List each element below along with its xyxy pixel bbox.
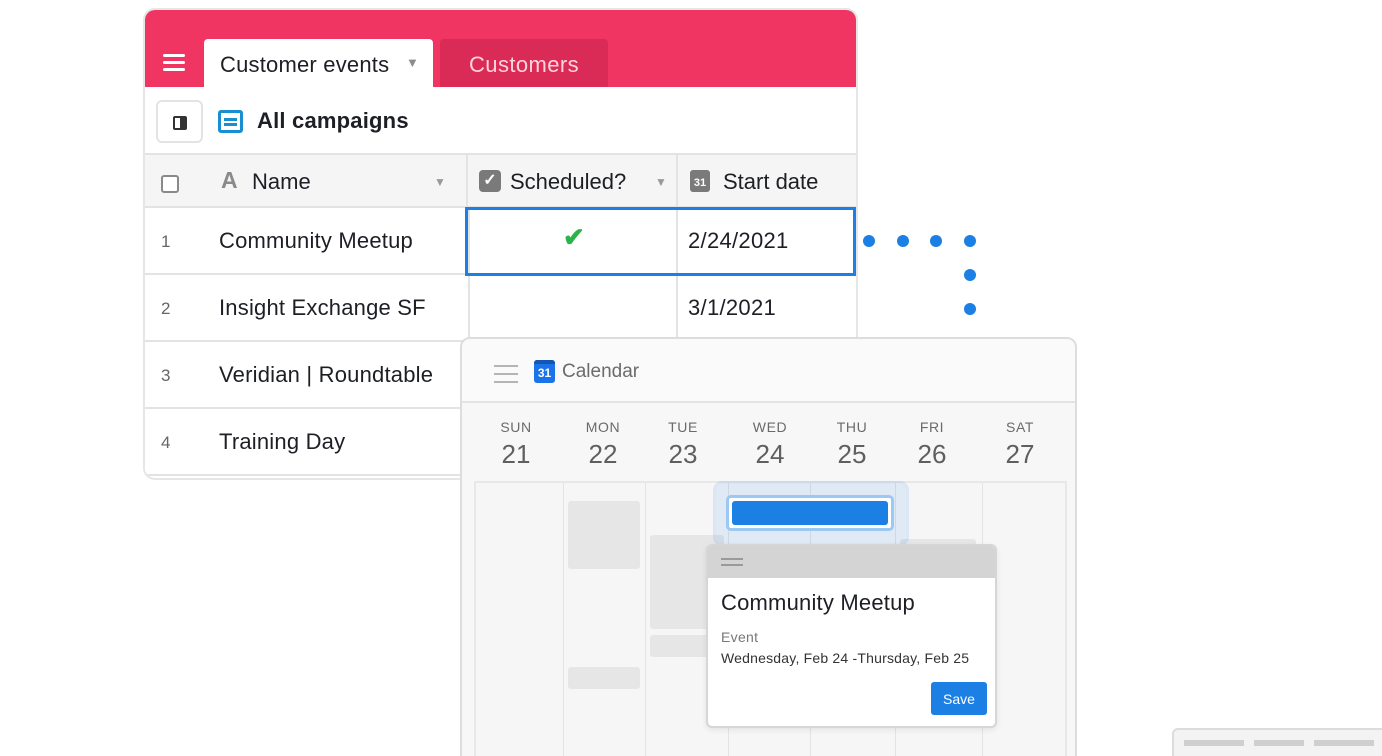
column-header-name[interactable]: A Name ▼ [145, 155, 468, 208]
day-column-sat: SAT 27 [985, 419, 1055, 470]
checkmark-icon: ✔ [563, 222, 585, 252]
calendar-header: 31 Calendar [462, 339, 1075, 403]
cell-name[interactable]: Community Meetup [219, 228, 413, 254]
row-number: 2 [161, 299, 171, 318]
day-number: 25 [837, 439, 867, 469]
column-label: Scheduled? [510, 169, 627, 194]
table-row[interactable]: 1 Community Meetup ✔ 2/24/2021 [145, 208, 856, 275]
sidebar-toggle-button[interactable] [156, 100, 203, 143]
thumbnail-bar [1314, 740, 1374, 746]
column-label: Name [252, 169, 311, 194]
calendar-title: Calendar [562, 361, 640, 382]
date-field-icon: 31 [690, 170, 710, 192]
day-name: SUN [500, 419, 532, 435]
checkbox-field-icon: ✓ [479, 170, 501, 192]
day-number: 24 [755, 439, 785, 469]
google-calendar-icon: 31 [534, 360, 555, 383]
day-column-mon: MON 22 [568, 419, 638, 470]
day-column-wed: WED 24 [735, 419, 805, 470]
row-number: 3 [161, 366, 171, 385]
view-bar: All campaigns [145, 87, 856, 155]
tab-customers[interactable]: Customers [440, 39, 608, 87]
tab-label: Customer events [220, 52, 390, 77]
cell-start-date[interactable]: 3/1/2021 [688, 295, 776, 321]
table-row[interactable]: 2 Insight Exchange SF 3/1/2021 [145, 275, 856, 342]
text-field-icon: A [221, 167, 238, 193]
connector-dot [964, 235, 976, 247]
placeholder-event [568, 667, 640, 689]
column-header-scheduled[interactable]: ✓ Scheduled? ▼ [468, 155, 678, 208]
select-all-checkbox[interactable] [161, 175, 179, 193]
day-name: FRI [919, 419, 945, 435]
day-column-tue: TUE 23 [648, 419, 718, 470]
day-number: 21 [501, 439, 531, 469]
day-number: 22 [588, 439, 618, 469]
browser-window-thumbnail [1172, 728, 1382, 756]
tab-customer-events[interactable]: Customer events ▼ [204, 39, 433, 87]
chevron-down-icon[interactable]: ▼ [406, 55, 419, 70]
placeholder-event [568, 501, 640, 569]
column-header-start-date[interactable]: 31 Start date [678, 155, 856, 208]
view-name[interactable]: All campaigns [257, 108, 409, 134]
cell-name[interactable]: Veridian | Roundtable [219, 362, 433, 388]
cell-scheduled[interactable]: ✔ [468, 208, 678, 273]
day-column-sun: SUN 21 [481, 419, 551, 470]
day-column-thu: THU 25 [817, 419, 887, 470]
cell-start-date[interactable]: 2/24/2021 [688, 228, 789, 254]
day-name: WED [752, 419, 788, 435]
day-name: SAT [1006, 419, 1034, 435]
event-bar-fill [732, 501, 888, 525]
grid-view-icon [218, 110, 243, 133]
chevron-down-icon[interactable]: ▼ [434, 175, 446, 189]
event-popup: Community Meetup Event Wednesday, Feb 24… [706, 544, 997, 728]
calendar-event-bar[interactable] [726, 495, 894, 531]
tab-bar: Customer events ▼ Customers [145, 10, 856, 87]
day-name: MON [585, 419, 621, 435]
menu-icon[interactable] [163, 54, 185, 72]
event-title: Community Meetup [721, 590, 915, 615]
thumbnail-bar [1184, 740, 1244, 746]
connector-dot [964, 303, 976, 315]
drag-handle-line [721, 558, 743, 560]
day-column-fri: FRI 26 [897, 419, 967, 470]
connector-dot [964, 269, 976, 281]
day-number: 27 [1005, 439, 1035, 469]
save-button[interactable]: Save [931, 682, 987, 715]
connector-dot [897, 235, 909, 247]
row-number: 4 [161, 433, 171, 452]
event-type: Event [721, 629, 759, 645]
connector-dot [863, 235, 875, 247]
menu-icon[interactable] [494, 365, 518, 389]
column-label: Start date [723, 169, 819, 194]
thumbnail-bar [1254, 740, 1304, 746]
grid-line [563, 483, 564, 756]
event-date-range: Wednesday, Feb 24 -Thursday, Feb 25 [721, 650, 970, 666]
day-name: TUE [668, 419, 698, 435]
cell-name[interactable]: Training Day [219, 429, 345, 455]
day-name: THU [836, 419, 868, 435]
drag-handle-line [721, 564, 743, 566]
cell-name[interactable]: Insight Exchange SF [219, 295, 426, 321]
day-number: 26 [917, 439, 947, 469]
connector-dot [930, 235, 942, 247]
popup-drag-handle[interactable] [708, 546, 995, 578]
cell-scheduled[interactable] [468, 275, 678, 340]
row-number: 1 [161, 232, 171, 251]
sidebar-toggle-icon [173, 116, 187, 130]
table-header: A Name ▼ ✓ Scheduled? ▼ 31 Start date [145, 155, 856, 208]
chevron-down-icon[interactable]: ▼ [655, 175, 667, 189]
grid-line [645, 483, 646, 756]
day-number: 23 [668, 439, 698, 469]
